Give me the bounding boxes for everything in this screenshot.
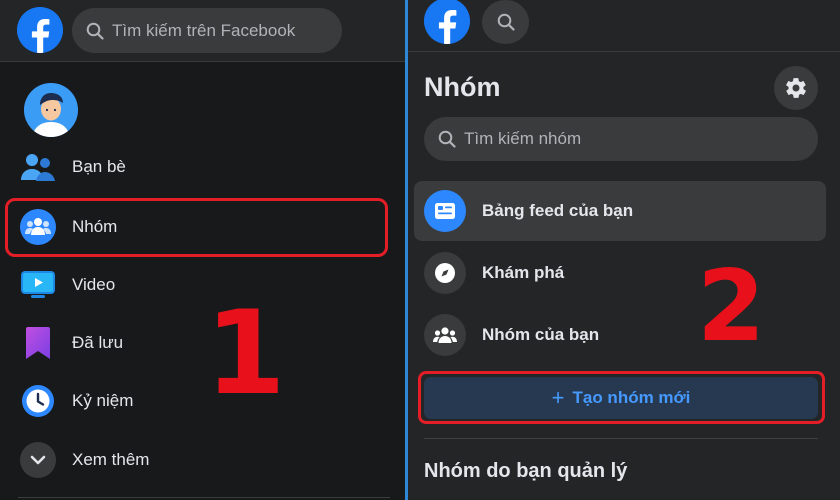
group-search-input[interactable]: Tìm kiếm nhóm <box>424 117 818 161</box>
search-button[interactable] <box>482 0 529 44</box>
menu-item-friends[interactable]: Bạn bè <box>0 141 400 193</box>
facebook-logo[interactable] <box>17 7 63 53</box>
facebook-logo-right[interactable] <box>424 0 470 44</box>
left-divider <box>18 497 390 498</box>
menu-label-friends: Bạn bè <box>72 157 126 176</box>
nav-label-your-groups: Nhóm của bạn <box>482 325 600 344</box>
top-header: Tìm kiếm trên Facebook <box>0 0 405 62</box>
search-icon <box>438 130 456 148</box>
group-search-placeholder: Tìm kiếm nhóm <box>464 129 582 148</box>
search-placeholder: Tìm kiếm trên Facebook <box>112 20 296 40</box>
chevron-down-icon <box>20 442 56 478</box>
page-title: Nhóm <box>424 72 501 102</box>
menu-label-saved: Đã lưu <box>72 333 124 352</box>
right-divider <box>424 438 818 439</box>
menu-item-video[interactable]: Video <box>0 259 400 311</box>
facebook-search-input[interactable]: Tìm kiếm trên Facebook <box>72 8 342 53</box>
right-panel: Nhóm Tìm kiếm nhóm Bảng feed của bạn Khá… <box>408 0 840 500</box>
facebook-f-icon <box>17 7 63 53</box>
menu-label-video: Video <box>72 275 116 294</box>
friends-icon <box>20 149 56 185</box>
menu-label-memories: Kỷ niệm <box>72 391 134 410</box>
menu-item-memories[interactable]: Kỷ niệm <box>0 375 400 427</box>
step-number-1: 1 <box>205 286 286 421</box>
search-icon <box>86 22 104 40</box>
memories-clock-icon <box>20 383 56 419</box>
left-panel: Tìm kiếm trên Facebook Bạn bè Nhóm Video… <box>0 0 405 500</box>
your-groups-icon <box>424 314 466 356</box>
create-group-highlight-box <box>418 371 825 424</box>
compass-icon <box>424 252 466 294</box>
managed-groups-heading: Nhóm do bạn quản lý <box>424 460 628 482</box>
search-icon <box>497 13 515 31</box>
settings-button[interactable] <box>774 66 818 110</box>
nav-label-your-feed: Bảng feed của bạn <box>482 201 634 220</box>
gear-icon <box>786 78 806 98</box>
feed-icon <box>424 190 466 232</box>
menu-item-see-more[interactable]: Xem thêm <box>0 434 400 486</box>
facebook-f-icon <box>424 0 470 44</box>
menu-item-saved[interactable]: Đã lưu <box>0 317 400 369</box>
nav-item-your-feed[interactable]: Bảng feed của bạn <box>414 181 826 241</box>
groups-highlight-box <box>5 198 388 257</box>
step-number-2: 2 <box>697 250 766 364</box>
nav-label-discover: Khám phá <box>482 263 565 282</box>
saved-bookmark-icon <box>20 325 56 361</box>
right-top-bar <box>408 0 840 52</box>
profile-avatar[interactable] <box>24 83 78 137</box>
video-icon <box>20 267 56 303</box>
menu-label-see-more: Xem thêm <box>72 450 150 469</box>
